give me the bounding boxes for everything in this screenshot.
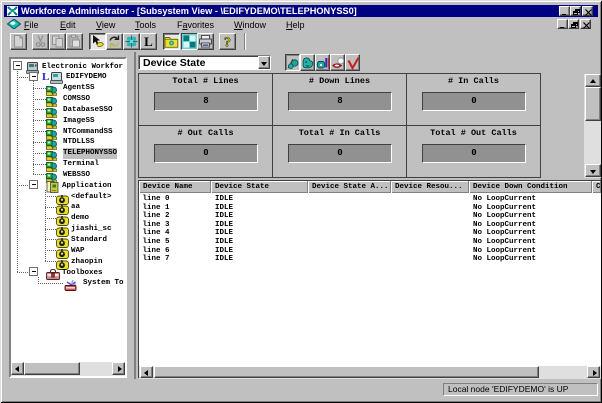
svg-text:L: L <box>144 34 153 49</box>
svg-text:?: ? <box>224 36 231 50</box>
